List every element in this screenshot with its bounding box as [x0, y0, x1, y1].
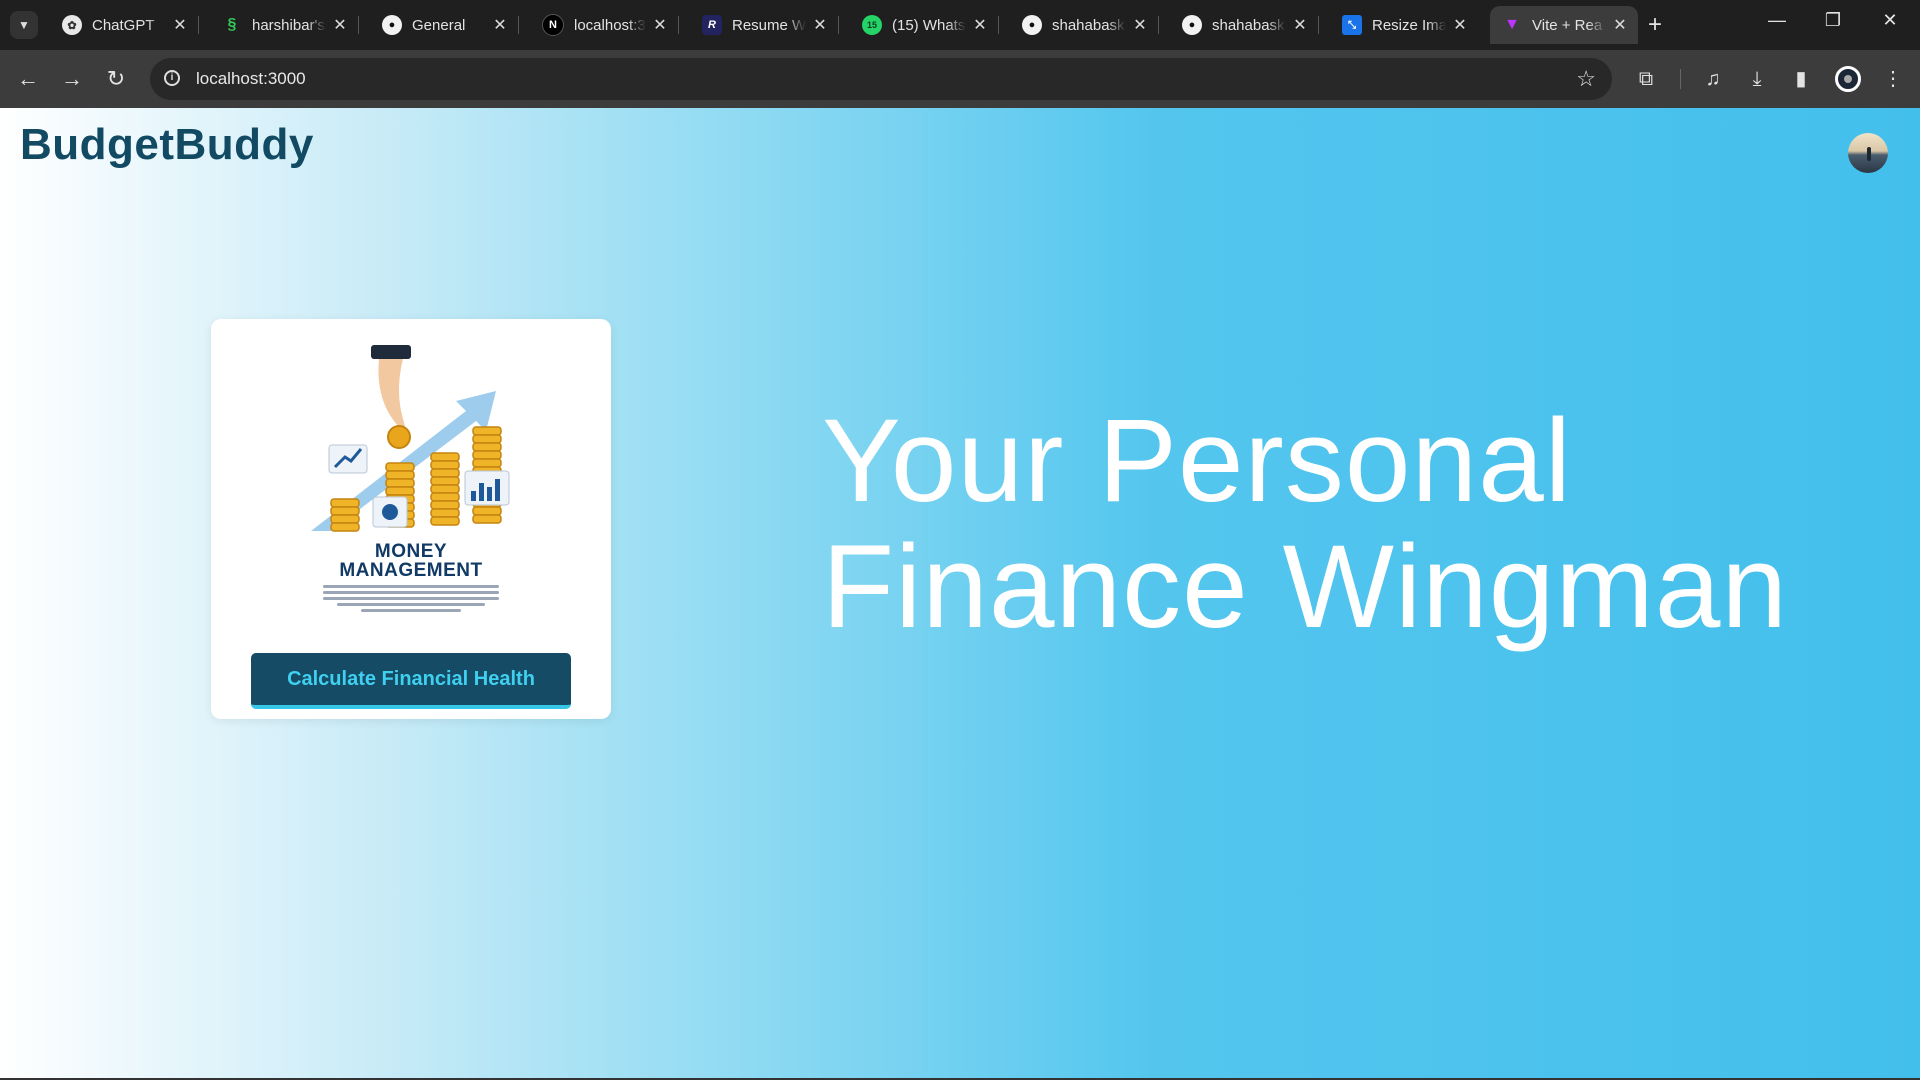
more-menu-icon[interactable]: ⋮ [1880, 66, 1906, 92]
tab-title: harshibar's [252, 16, 325, 34]
restore-button[interactable]: ❐ [1813, 10, 1853, 31]
tab-title: shahabask [1052, 16, 1125, 34]
side-panel-icon[interactable]: ▮ [1788, 66, 1814, 92]
tab-title: Resume W [732, 16, 806, 34]
github-icon: ● [1182, 15, 1202, 35]
tab-resize-image[interactable]: ⤡ Resize Ima ✕ [1330, 6, 1478, 44]
reload-button[interactable]: ↻ [104, 67, 128, 91]
close-icon[interactable]: ✕ [1132, 15, 1148, 35]
page-viewport: BudgetBuddy MONEY MANAGEMENT Calculate F… [0, 108, 1920, 1078]
close-icon[interactable]: ✕ [972, 15, 988, 35]
tab-title: localhost:3 [574, 16, 646, 34]
close-icon[interactable]: ✕ [332, 15, 348, 35]
tab-title: Resize Ima [1372, 16, 1446, 34]
tab-vite-react[interactable]: ▼ Vite + Rea ✕ [1490, 6, 1638, 44]
extensions-icon[interactable]: ⧉ [1633, 66, 1659, 92]
calculate-financial-health-button[interactable]: Calculate Financial Health [251, 653, 571, 709]
tab-title: General [412, 16, 466, 34]
close-icon[interactable]: ✕ [652, 15, 668, 35]
forward-button[interactable]: → [60, 67, 84, 91]
download-icon[interactable]: ⤓ [1744, 66, 1770, 92]
notification-count: 15 [866, 20, 877, 30]
site-info-icon[interactable]: i [164, 70, 180, 86]
arrow-right-icon: → [61, 66, 83, 91]
tab-github-general[interactable]: ● General ✕ [370, 6, 519, 44]
tab-github-shahabask-2[interactable]: ● shahabask ✕ [1170, 6, 1319, 44]
back-button[interactable]: ← [16, 67, 40, 91]
tab-title: shahabask [1212, 16, 1285, 34]
github-icon: ● [382, 15, 402, 35]
browser-toolbar: ← → ↻ i localhost:3000 ☆ ⧉ ♫ ⤓ ▮ ⋮ [0, 50, 1920, 108]
hero-line-2: Finance Wingman [822, 521, 1788, 653]
media-control-icon[interactable]: ♫ [1700, 66, 1726, 92]
profile-avatar-icon[interactable] [1835, 66, 1861, 92]
illustration-caption-placeholder [323, 585, 499, 588]
tab-strip: ▼ ✿ ChatGPT ✕ § harshibar's ✕ ● General … [0, 0, 1920, 50]
chatgpt-icon: ✿ [62, 15, 82, 35]
leaf-icon: § [227, 16, 237, 33]
reload-icon: ↻ [106, 66, 126, 91]
close-icon[interactable]: ✕ [172, 15, 188, 35]
close-icon[interactable]: ✕ [1292, 15, 1308, 35]
tab-search-button[interactable]: ▼ [10, 11, 38, 39]
user-avatar[interactable] [1848, 133, 1888, 173]
arrow-left-icon: ← [17, 66, 39, 91]
illustration-caption-placeholder [323, 597, 499, 600]
tab-github-shahabask-1[interactable]: ● shahabask ✕ [1010, 6, 1159, 44]
vite-icon: ▼ [1504, 16, 1520, 33]
github-icon: ● [1022, 15, 1042, 35]
close-icon[interactable]: ✕ [1452, 15, 1468, 35]
window-close-button[interactable]: ✕ [1870, 10, 1910, 31]
tab-title: Vite + Rea [1532, 16, 1603, 34]
money-management-card: MONEY MANAGEMENT Calculate Financial Hea… [211, 319, 611, 719]
whatsapp-icon: 15 [862, 15, 882, 35]
tab-localhost[interactable]: N localhost:3 ✕ [530, 6, 679, 44]
toolbar-divider [1680, 69, 1681, 89]
resume-icon: R [702, 15, 722, 35]
illustration-caption-placeholder [337, 603, 485, 606]
close-icon[interactable]: ✕ [492, 15, 508, 35]
hero-heading: Your Personal Finance Wingman [822, 398, 1882, 650]
illustration-title-line2: MANAGEMENT [339, 560, 483, 581]
tab-title: (15) Whats [892, 16, 966, 34]
tab-title: ChatGPT [92, 16, 155, 34]
address-bar[interactable]: i localhost:3000 ☆ [150, 58, 1612, 100]
minimize-button[interactable]: — [1757, 10, 1797, 31]
tab-whatsapp[interactable]: 15 (15) Whats ✕ [850, 6, 999, 44]
app-logo[interactable]: BudgetBuddy [20, 120, 314, 170]
tab-chatgpt[interactable]: ✿ ChatGPT ✕ [50, 6, 199, 44]
bookmark-star-icon[interactable]: ☆ [1576, 66, 1596, 92]
tab-resume[interactable]: R Resume W ✕ [690, 6, 839, 44]
next-icon: N [542, 14, 564, 36]
hero-line-1: Your Personal [822, 395, 1572, 527]
illustration-caption-placeholder [361, 609, 461, 612]
tab-harshibar[interactable]: § harshibar's ✕ [210, 6, 359, 44]
close-icon[interactable]: ✕ [812, 15, 828, 35]
resize-icon: ⤡ [1342, 15, 1362, 35]
chevron-down-icon: ▼ [18, 18, 30, 32]
money-management-illustration [311, 345, 510, 532]
url-text[interactable]: localhost:3000 [196, 69, 306, 89]
new-tab-button[interactable]: + [1648, 12, 1662, 38]
illustration-caption-placeholder [323, 591, 499, 594]
close-icon[interactable]: ✕ [1612, 15, 1628, 35]
